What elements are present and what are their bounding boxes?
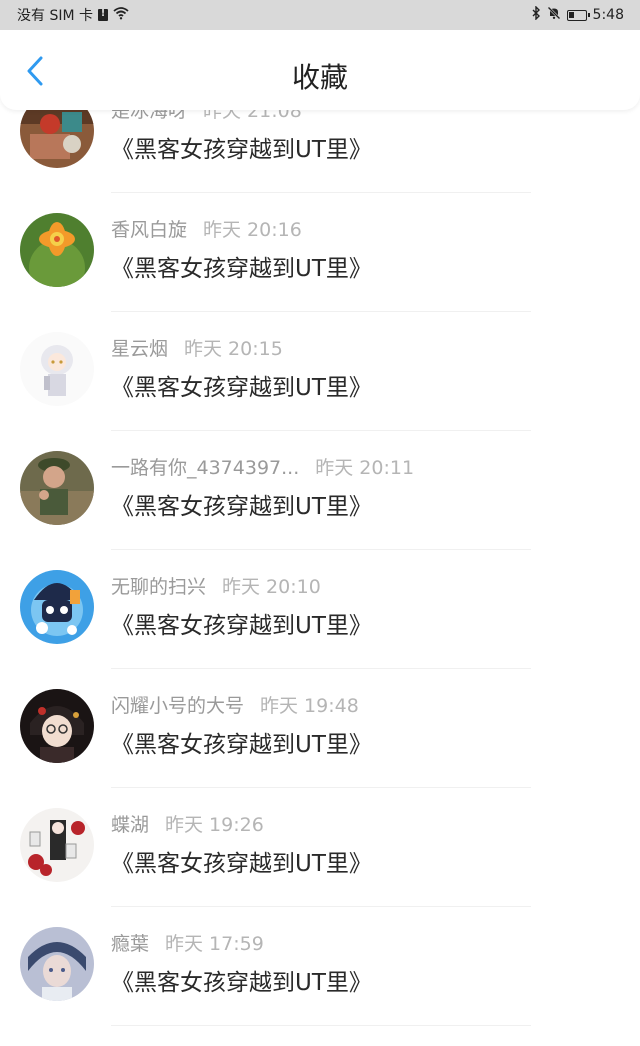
avatar[interactable] xyxy=(20,451,94,525)
page-title: 收藏 xyxy=(291,61,348,94)
avatar[interactable] xyxy=(20,213,94,287)
list-item[interactable]: 星云烟 昨天 20:15 《黑客女孩穿越到UT里》 xyxy=(0,332,640,451)
divider xyxy=(111,430,531,431)
avatar[interactable] xyxy=(20,808,94,882)
timestamp: 昨天 17:59 xyxy=(165,933,264,955)
divider xyxy=(111,787,531,788)
timestamp: 昨天 20:15 xyxy=(184,338,283,360)
item-meta: 无聊的扫兴 昨天 20:10 xyxy=(111,572,321,599)
item-meta: 蝶湖 昨天 19:26 xyxy=(111,810,264,837)
timestamp: 昨天 20:16 xyxy=(203,219,302,241)
item-title[interactable]: 《黑客女孩穿越到UT里》 xyxy=(111,844,372,878)
timestamp: 昨天 20:10 xyxy=(222,576,321,598)
battery-icon xyxy=(566,9,590,21)
avatar[interactable] xyxy=(20,689,94,763)
item-title[interactable]: 《黑客女孩穿越到UT里》 xyxy=(111,249,372,283)
mute-bell-icon xyxy=(547,6,561,24)
timestamp: 昨天 20:11 xyxy=(315,457,415,479)
item-title[interactable]: 《黑客女孩穿越到UT里》 xyxy=(111,130,372,164)
divider xyxy=(111,311,531,312)
list-item[interactable]: 瘾葉 昨天 17:59 《黑客女孩穿越到UT里》 xyxy=(0,927,640,1046)
wifi-icon xyxy=(113,6,129,24)
item-meta: 香风白旋 昨天 20:16 xyxy=(111,215,302,242)
timestamp: 昨天 19:48 xyxy=(260,695,359,717)
divider xyxy=(111,1025,531,1026)
status-right: 5:48 xyxy=(531,5,624,24)
item-meta: 瘾葉 昨天 17:59 xyxy=(111,929,264,956)
divider xyxy=(111,906,531,907)
avatar[interactable] xyxy=(20,332,94,406)
username[interactable]: 闪耀小号的大号 xyxy=(111,695,244,717)
list-item[interactable]: 香风白旋 昨天 20:16 《黑客女孩穿越到UT里》 xyxy=(0,213,640,332)
item-meta: 一路有你_4374397... 昨天 20:11 xyxy=(111,453,414,480)
clock-text: 5:48 xyxy=(592,7,624,23)
avatar[interactable] xyxy=(20,927,94,1001)
divider xyxy=(111,192,531,193)
item-title[interactable]: 《黑客女孩穿越到UT里》 xyxy=(111,963,372,997)
item-title[interactable]: 《黑客女孩穿越到UT里》 xyxy=(111,725,372,759)
item-meta: 星云烟 昨天 20:15 xyxy=(111,334,283,361)
carrier-text: 没有 SIM 卡 xyxy=(17,8,93,24)
username[interactable]: 一路有你_4374397... xyxy=(111,457,299,479)
item-title[interactable]: 《黑客女孩穿越到UT里》 xyxy=(111,606,372,640)
header-bar: 收藏 xyxy=(0,30,640,110)
divider xyxy=(111,549,531,550)
list-item[interactable]: 是冰海呀 昨天 21:08 《黑客女孩穿越到UT里》 xyxy=(0,94,640,213)
divider xyxy=(111,668,531,669)
sim-alert-icon xyxy=(98,8,108,21)
list-item[interactable]: 一路有你_4374397... 昨天 20:11 《黑客女孩穿越到UT里》 xyxy=(0,451,640,570)
status-bar: 没有 SIM 卡 5:48 xyxy=(0,0,640,30)
username[interactable]: 瘾葉 xyxy=(111,933,149,955)
username[interactable]: 无聊的扫兴 xyxy=(111,576,206,598)
username[interactable]: 香风白旋 xyxy=(111,219,187,241)
avatar[interactable] xyxy=(20,570,94,644)
list-item[interactable]: 蝶湖 昨天 19:26 《黑客女孩穿越到UT里》 xyxy=(0,808,640,927)
item-title[interactable]: 《黑客女孩穿越到UT里》 xyxy=(111,487,372,521)
username[interactable]: 星云烟 xyxy=(111,338,168,360)
list-item[interactable]: 闪耀小号的大号 昨天 19:48 《黑客女孩穿越到UT里》 xyxy=(0,689,640,808)
username[interactable]: 蝶湖 xyxy=(111,814,149,836)
status-left: 没有 SIM 卡 xyxy=(17,5,129,25)
timestamp: 昨天 19:26 xyxy=(165,814,264,836)
list-item[interactable]: 无聊的扫兴 昨天 20:10 《黑客女孩穿越到UT里》 xyxy=(0,570,640,689)
bluetooth-icon xyxy=(531,5,541,24)
item-meta: 闪耀小号的大号 昨天 19:48 xyxy=(111,691,359,718)
item-title[interactable]: 《黑客女孩穿越到UT里》 xyxy=(111,368,372,402)
